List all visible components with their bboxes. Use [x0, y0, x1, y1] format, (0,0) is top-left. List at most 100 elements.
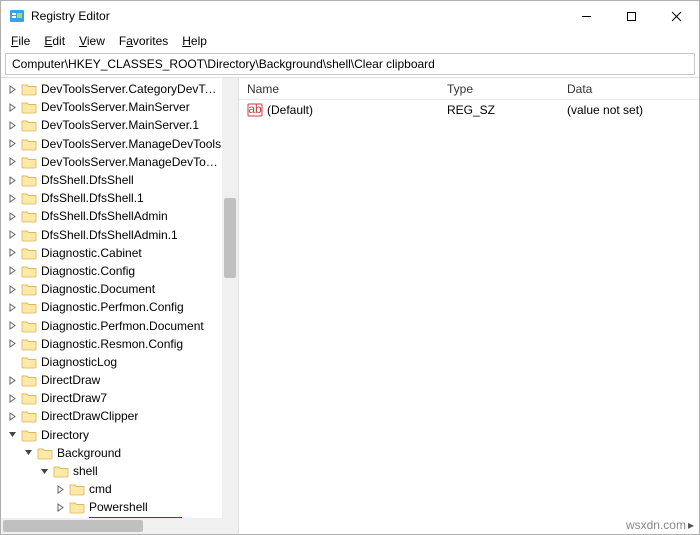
- tree-node[interactable]: DfsShell.DfsShellAdmin: [1, 207, 222, 225]
- svg-text:ab: ab: [248, 102, 262, 116]
- tree-node[interactable]: Diagnostic.Config: [1, 262, 222, 280]
- collapse-icon[interactable]: [37, 464, 51, 478]
- tree-node-label: shell: [73, 464, 98, 478]
- expand-icon[interactable]: [5, 118, 19, 132]
- folder-icon: [69, 500, 85, 514]
- tree-node[interactable]: DfsShell.DfsShell: [1, 171, 222, 189]
- tree-node-label: Diagnostic.Cabinet: [41, 246, 142, 260]
- tree-node[interactable]: DevToolsServer.MainServer: [1, 98, 222, 116]
- close-button[interactable]: [654, 1, 699, 31]
- value-name: (Default): [267, 103, 313, 117]
- tree-node[interactable]: DfsShell.DfsShellAdmin.1: [1, 226, 222, 244]
- tree-node[interactable]: Diagnostic.Perfmon.Config: [1, 298, 222, 316]
- tree-node-label: Diagnostic.Document: [41, 282, 155, 296]
- folder-icon: [21, 264, 37, 278]
- menu-view[interactable]: View: [73, 32, 111, 50]
- tree-node-label: Background: [57, 446, 121, 460]
- expand-icon[interactable]: [5, 391, 19, 405]
- expand-icon[interactable]: [5, 137, 19, 151]
- address-bar[interactable]: Computer\HKEY_CLASSES_ROOT\Directory\Bac…: [5, 53, 695, 75]
- menu-file[interactable]: File: [5, 32, 36, 50]
- tree-node[interactable]: shell: [1, 462, 222, 480]
- tree-node-label: Diagnostic.Perfmon.Document: [41, 319, 204, 333]
- horizontal-scrollbar[interactable]: [1, 518, 222, 534]
- folder-icon: [21, 118, 37, 132]
- tree-pane: DevToolsServer.CategoryDevTools DevToolsS…: [1, 78, 239, 534]
- folder-icon: [21, 155, 37, 169]
- expand-icon[interactable]: [5, 82, 19, 96]
- tree-node-label: Diagnostic.Perfmon.Config: [41, 300, 184, 314]
- expand-icon[interactable]: [5, 337, 19, 351]
- tree-node[interactable]: Background: [1, 444, 222, 462]
- expand-icon[interactable]: [53, 482, 67, 496]
- folder-icon: [21, 373, 37, 387]
- value-row[interactable]: ab(Default)REG_SZ(value not set): [239, 100, 699, 120]
- folder-icon: [21, 409, 37, 423]
- tree-node[interactable]: DevToolsServer.MainServer.1: [1, 116, 222, 134]
- folder-icon: [21, 428, 37, 442]
- horizontal-scroll-thumb[interactable]: [3, 520, 143, 532]
- expand-icon[interactable]: [5, 264, 19, 278]
- expand-icon[interactable]: [5, 228, 19, 242]
- values-list[interactable]: ab(Default)REG_SZ(value not set): [239, 100, 699, 534]
- tree-node[interactable]: DirectDraw: [1, 371, 222, 389]
- tree-node[interactable]: Diagnostic.Document: [1, 280, 222, 298]
- tree-node-label: Powershell: [89, 500, 148, 514]
- expand-icon[interactable]: [5, 246, 19, 260]
- expand-icon[interactable]: [5, 319, 19, 333]
- tree-node[interactable]: Diagnostic.Cabinet: [1, 244, 222, 262]
- content-split: DevToolsServer.CategoryDevTools DevToolsS…: [1, 77, 699, 534]
- tree-node[interactable]: DevToolsServer.ManageDevTools: [1, 135, 222, 153]
- tree-node[interactable]: DirectDrawClipper: [1, 407, 222, 425]
- tree-node[interactable]: Diagnostic.Resmon.Config: [1, 335, 222, 353]
- scrollbar-corner: [222, 518, 238, 534]
- folder-icon: [21, 355, 37, 369]
- tree-node-label: DirectDraw: [41, 373, 100, 387]
- tree-node[interactable]: DevToolsServer.ManageDevTools.1: [1, 153, 222, 171]
- tree-node-label: DevToolsServer.CategoryDevTools: [41, 82, 222, 96]
- registry-tree[interactable]: DevToolsServer.CategoryDevTools DevToolsS…: [1, 78, 222, 518]
- maximize-button[interactable]: [609, 1, 654, 31]
- tree-node[interactable]: cmd: [1, 480, 222, 498]
- expand-icon[interactable]: [5, 191, 19, 205]
- expand-icon[interactable]: [5, 155, 19, 169]
- tree-node-label: Diagnostic.Config: [41, 264, 135, 278]
- folder-icon: [21, 209, 37, 223]
- expand-icon[interactable]: [5, 282, 19, 296]
- vertical-scrollbar[interactable]: [222, 78, 238, 518]
- collapse-icon[interactable]: [5, 428, 19, 442]
- expand-icon[interactable]: [5, 209, 19, 223]
- expand-icon[interactable]: [5, 173, 19, 187]
- tree-node[interactable]: DevToolsServer.CategoryDevTools: [1, 80, 222, 98]
- column-type[interactable]: Type: [439, 82, 559, 96]
- expand-icon[interactable]: [5, 373, 19, 387]
- tree-node-label: DevToolsServer.MainServer.1: [41, 118, 199, 132]
- column-name[interactable]: Name: [239, 82, 439, 96]
- minimize-button[interactable]: [564, 1, 609, 31]
- expand-icon[interactable]: [5, 300, 19, 314]
- expand-icon[interactable]: [5, 100, 19, 114]
- folder-icon: [21, 337, 37, 351]
- column-headers: Name Type Data: [239, 78, 699, 100]
- tree-node[interactable]: Diagnostic.Perfmon.Document: [1, 316, 222, 334]
- collapse-icon[interactable]: [21, 446, 35, 460]
- menu-favorites[interactable]: Favorites: [113, 32, 174, 50]
- tree-node[interactable]: DirectDraw7: [1, 389, 222, 407]
- folder-icon: [69, 482, 85, 496]
- folder-icon: [21, 191, 37, 205]
- tree-node-label: cmd: [89, 482, 112, 496]
- tree-node[interactable]: DfsShell.DfsShell.1: [1, 189, 222, 207]
- tree-node[interactable]: Powershell: [1, 498, 222, 516]
- vertical-scroll-thumb[interactable]: [224, 198, 236, 278]
- expand-icon[interactable]: [5, 409, 19, 423]
- no-expander: [5, 355, 19, 369]
- address-text: Computer\HKEY_CLASSES_ROOT\Directory\Bac…: [12, 57, 435, 71]
- menu-edit[interactable]: Edit: [38, 32, 71, 50]
- expand-icon[interactable]: [53, 500, 67, 514]
- tree-node[interactable]: DiagnosticLog: [1, 353, 222, 371]
- column-data[interactable]: Data: [559, 82, 699, 96]
- tree-node-label: DirectDraw7: [41, 391, 107, 405]
- tree-node[interactable]: Directory: [1, 426, 222, 444]
- tree-node-label: DfsShell.DfsShell.1: [41, 191, 144, 205]
- menu-help[interactable]: Help: [176, 32, 213, 50]
